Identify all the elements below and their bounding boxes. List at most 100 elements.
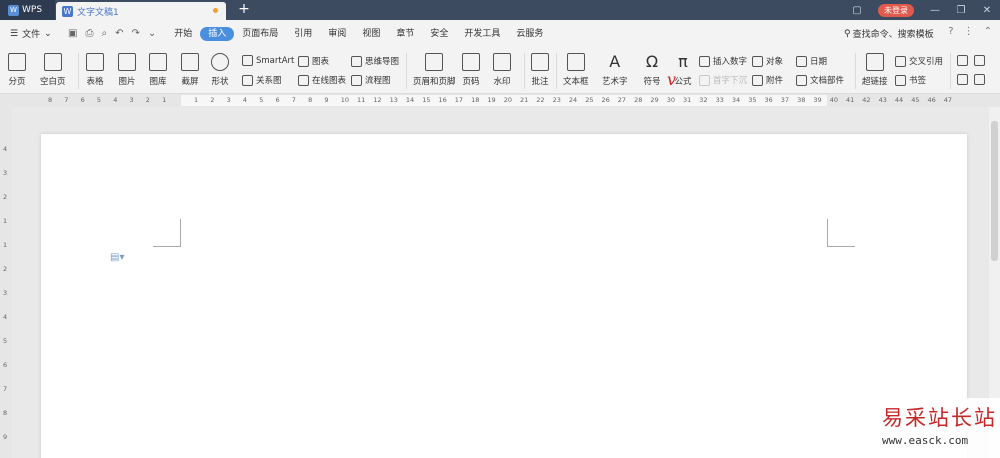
ruler-number: 9 xyxy=(324,96,329,104)
ruler-number: 3 xyxy=(3,169,8,177)
customize-icon[interactable]: ⌄ xyxy=(148,28,156,39)
header-footer-button[interactable]: 页眉和页脚 xyxy=(413,47,456,87)
chart-button[interactable]: 图表 xyxy=(298,55,329,67)
screenshot-label: 截屏 xyxy=(181,77,199,87)
ruler-number: 33 xyxy=(715,96,724,104)
menu-tab[interactable]: 章节 xyxy=(388,27,422,41)
ruler-number: 38 xyxy=(797,96,806,104)
ruler-number: 9 xyxy=(3,433,8,441)
first-drop-button[interactable]: 首字下沉 xyxy=(699,74,747,86)
menu-bar: ☰ 文件 ⌄ ▣ ⎙ ⌕ ↶ ↷ ⌄ 开始 插入 页面布局 引用 审阅 视图 章节 安全 开发工… xyxy=(0,20,1000,47)
wordart-button[interactable]: A 艺术字 xyxy=(602,47,628,88)
menu-tab[interactable]: 引用 xyxy=(286,27,320,41)
formula-button[interactable]: π 公式 xyxy=(674,47,692,88)
view-button-2[interactable] xyxy=(974,55,985,66)
online-chart-button[interactable]: 在线图表 xyxy=(298,74,346,86)
vertical-ruler[interactable]: 4 3 2 1 1 2 3 4 5 6 7 8 9 xyxy=(0,107,12,458)
table-icon xyxy=(86,53,104,71)
symbol-button[interactable]: Ω 符号 xyxy=(643,47,661,88)
pi-icon: π xyxy=(678,52,688,71)
menu-tab[interactable]: 云服务 xyxy=(508,27,551,41)
view-button-4[interactable] xyxy=(974,74,985,85)
relation-button[interactable]: 关系图 xyxy=(242,74,282,86)
help-icon[interactable]: ? xyxy=(948,26,953,37)
save-icon[interactable]: ▣ xyxy=(68,28,77,39)
header-footer-label: 页眉和页脚 xyxy=(413,77,456,87)
restore-icon[interactable]: ❐ xyxy=(948,5,974,16)
menu-tab[interactable]: 审阅 xyxy=(320,27,354,41)
view-button-3[interactable] xyxy=(957,74,968,85)
doc-parts-button[interactable]: 文档部件 xyxy=(796,74,844,86)
document-page[interactable]: ▤▾ xyxy=(41,134,967,458)
print-icon[interactable]: ⎙ xyxy=(85,28,93,39)
ruler-number: 44 xyxy=(894,96,904,104)
hyperlink-button[interactable]: 超链接 xyxy=(862,47,888,87)
new-tab-button[interactable]: + xyxy=(236,1,252,19)
picture-button[interactable]: 图片 xyxy=(118,47,136,87)
ruler-number: 5 xyxy=(259,96,264,104)
textbox-button[interactable]: 文本框 xyxy=(563,47,589,87)
page-number-button[interactable]: 页码 xyxy=(462,47,480,87)
undo-icon[interactable]: ↶ xyxy=(115,28,123,39)
ruler-number: 5 xyxy=(3,337,8,345)
login-button[interactable]: 未登录 xyxy=(878,3,914,17)
cross-ref-button[interactable]: 交叉引用 xyxy=(895,55,943,67)
mindmap-button[interactable]: 思维导图 xyxy=(351,55,399,67)
chart-icon xyxy=(298,55,309,67)
blank-page-icon xyxy=(43,53,62,71)
file-menu[interactable]: ☰ 文件 ⌄ xyxy=(0,27,62,41)
comment-button[interactable]: 批注 xyxy=(531,47,549,87)
close-icon[interactable]: ✕ xyxy=(974,5,1000,16)
ruler-number: 18 xyxy=(471,96,480,104)
site-watermark: 易采站长站 www.easck.com xyxy=(868,398,1000,458)
minimize-icon[interactable]: — xyxy=(922,5,948,16)
search-command[interactable]: ⚲ 查找命令、搜索模板 xyxy=(844,27,934,41)
attachment-button[interactable]: 附件 xyxy=(752,74,783,86)
watermark-button[interactable]: 水印 xyxy=(493,47,511,87)
object-button[interactable]: 对象 xyxy=(752,55,783,67)
menu-tab[interactable]: 安全 xyxy=(422,27,456,41)
paste-options-icon[interactable]: ▤▾ xyxy=(110,252,124,263)
number-icon xyxy=(699,55,710,67)
skin-icon[interactable]: ▢ xyxy=(844,5,870,16)
redo-icon[interactable]: ↷ xyxy=(131,28,139,39)
object-label: 对象 xyxy=(766,57,784,67)
ruler-number: 1 xyxy=(3,241,8,249)
bookmark-button[interactable]: 书签 xyxy=(895,74,926,86)
menu-tab[interactable]: 页面布局 xyxy=(234,27,286,41)
scroll-thumb[interactable] xyxy=(991,121,998,261)
scissors-icon xyxy=(181,53,199,71)
gallery-button[interactable]: 图库 xyxy=(149,47,167,87)
date-button[interactable]: 日期 xyxy=(796,55,827,67)
menu-tab[interactable]: 视图 xyxy=(354,27,388,41)
screenshot-button[interactable]: 截屏 xyxy=(181,47,199,87)
relation-icon xyxy=(242,74,253,86)
ruler-number: 45 xyxy=(911,96,920,104)
page-break-button[interactable]: 分页 xyxy=(8,47,26,87)
ruler-number: 37 xyxy=(780,96,790,104)
collapse-ribbon-icon[interactable]: ⌃ xyxy=(984,26,992,37)
flowchart-button[interactable]: 流程图 xyxy=(351,74,391,86)
horizontal-ruler[interactable]: 8 7 6 5 4 3 2 1 1 2 3 4 5 6 7 8 9 10 11 12 13 14 15 16 17 18 19 20 2… xyxy=(0,94,1000,107)
gallery-label: 图库 xyxy=(149,77,167,87)
print-preview-icon[interactable]: ⌕ xyxy=(101,28,107,39)
ruler-number: 2 xyxy=(210,96,215,104)
ruler-number: 43 xyxy=(878,96,887,104)
document-tab[interactable]: W 文字文稿1 xyxy=(56,2,226,20)
menu-tab[interactable]: 开始 xyxy=(166,27,200,41)
more-icon[interactable]: ⋮ xyxy=(964,26,974,37)
menu-tab[interactable]: 插入 xyxy=(200,26,235,41)
cross-ref-label: 交叉引用 xyxy=(909,57,944,67)
table-button[interactable]: 表格 xyxy=(86,47,104,87)
wps-app-tab[interactable]: W WPS xyxy=(0,0,55,20)
blank-page-button[interactable]: 空白页 xyxy=(40,47,66,87)
comment-label: 批注 xyxy=(531,77,549,87)
view-button-1[interactable] xyxy=(957,55,968,66)
shapes-button[interactable]: 形状 xyxy=(211,47,229,87)
ruler-number: 28 xyxy=(634,96,643,104)
smartart-button[interactable]: SmartArt xyxy=(242,55,294,66)
insert-number-button[interactable]: 插入数字 xyxy=(699,55,747,67)
ruler-number: 24 xyxy=(568,96,578,104)
menu-tab[interactable]: 开发工具 xyxy=(456,27,508,41)
watermark-label: 水印 xyxy=(493,77,511,87)
